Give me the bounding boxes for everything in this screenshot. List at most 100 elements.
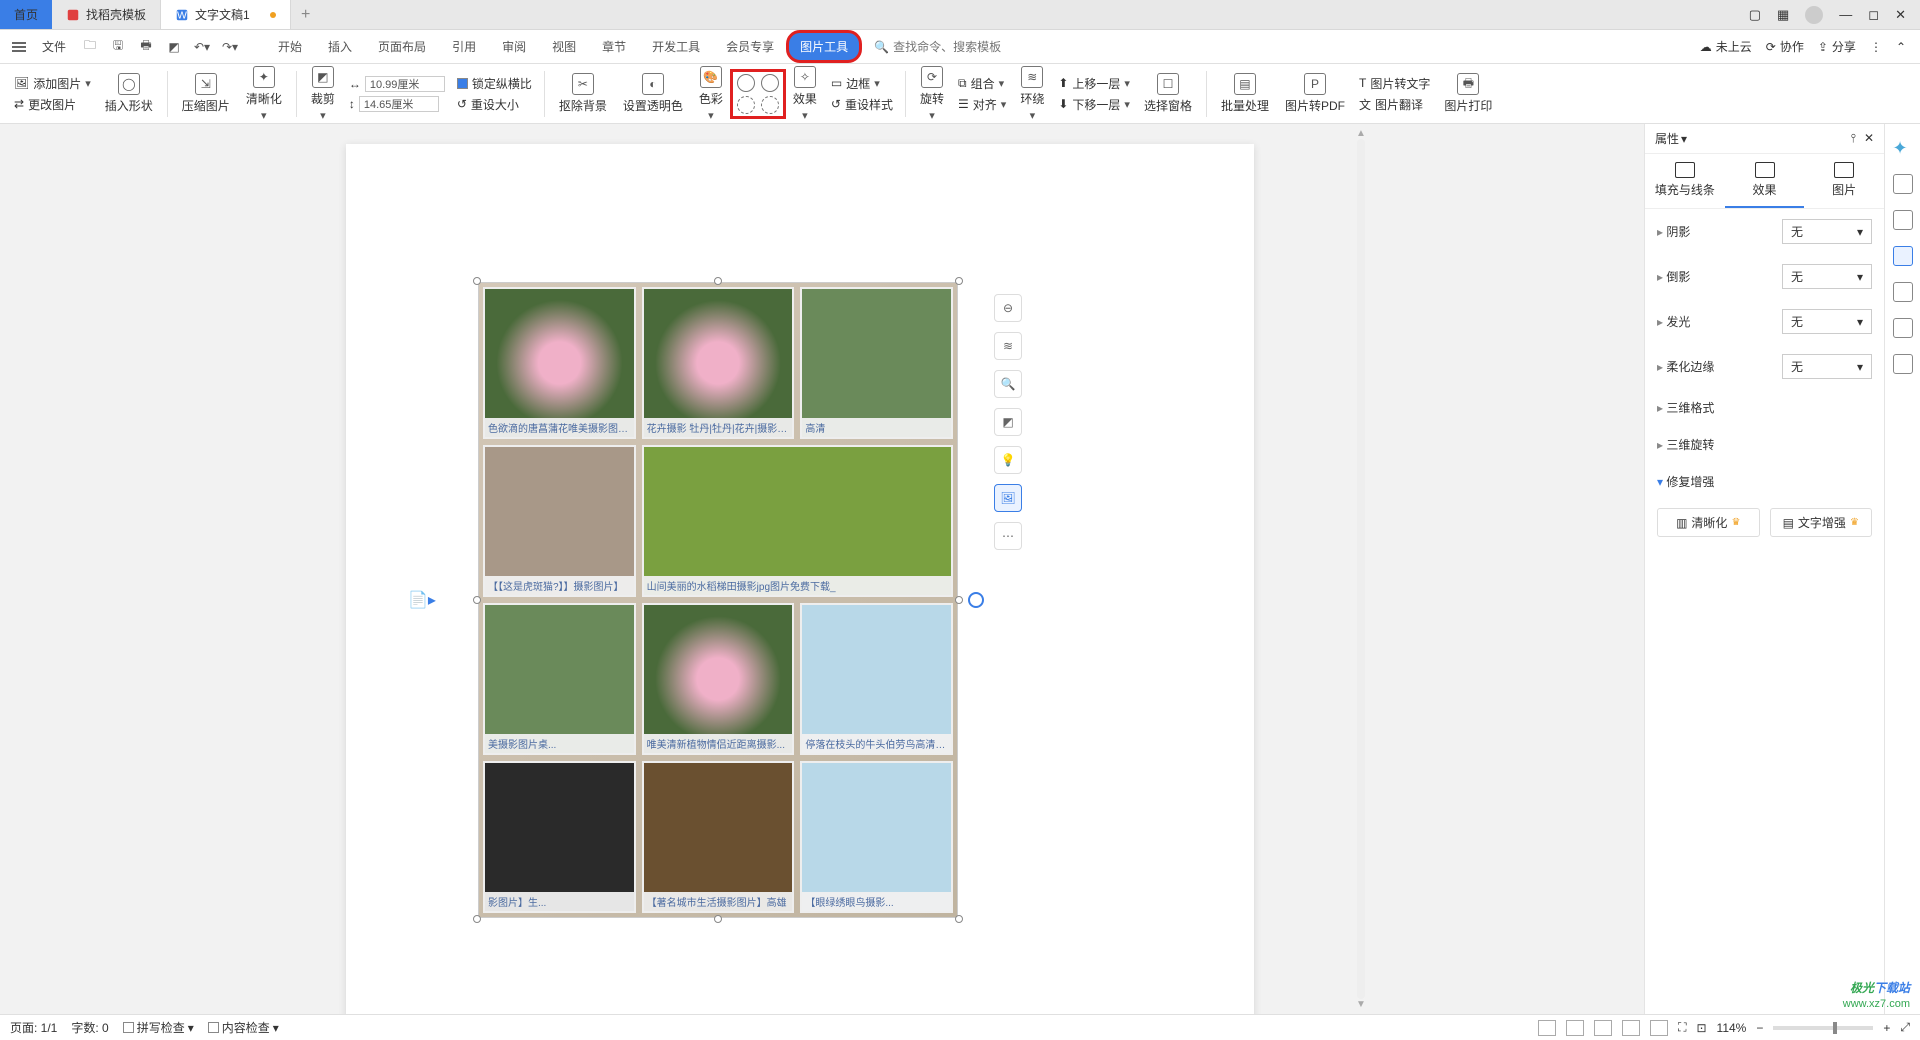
menutab-review[interactable]: 审阅: [490, 32, 538, 61]
rotate-ccw-icon[interactable]: [761, 74, 779, 92]
tab-home[interactable]: 首页: [0, 0, 52, 29]
menutab-reference[interactable]: 引用: [440, 32, 488, 61]
float-wrap-button[interactable]: ≋: [994, 332, 1022, 360]
collab-button[interactable]: ⟳协作: [1766, 38, 1804, 55]
bring-forward-button[interactable]: ⬆上移一层 ▾: [1058, 75, 1130, 92]
scroll-track[interactable]: [1357, 139, 1365, 999]
reset-size-button[interactable]: ↺重设大小: [457, 96, 532, 113]
crop-button[interactable]: ◩裁剪 ▾: [305, 66, 341, 122]
fullscreen-icon[interactable]: ⤢: [1900, 1020, 1910, 1035]
zoom-in-button[interactable]: +: [1883, 1021, 1890, 1035]
hamburger-icon[interactable]: [8, 38, 30, 56]
menutab-member[interactable]: 会员专享: [714, 32, 786, 61]
resize-handle-nw[interactable]: [473, 277, 481, 285]
qa-undo-icon[interactable]: ↶▾: [190, 35, 214, 59]
tab-template[interactable]: 找稻壳模板: [52, 0, 161, 29]
prop-shadow[interactable]: 阴影无▾: [1645, 209, 1884, 254]
brightness-up-icon[interactable]: [737, 96, 755, 114]
reset-style-button[interactable]: ↺重设样式: [831, 96, 893, 113]
float-idea-button[interactable]: 💡: [994, 446, 1022, 474]
collapse-ribbon-icon[interactable]: ⌃: [1896, 40, 1906, 54]
close-panel-icon[interactable]: ✕: [1864, 131, 1874, 146]
word-count[interactable]: 字数: 0: [71, 1019, 108, 1036]
wrap-button[interactable]: ≋环绕 ▾: [1014, 66, 1050, 122]
vertical-scrollbar[interactable]: ▲ ▼: [1354, 124, 1368, 1014]
send-backward-button[interactable]: ⬇下移一层 ▾: [1058, 96, 1130, 113]
command-search-input[interactable]: [893, 40, 1013, 54]
translate-button[interactable]: 文图片翻译: [1359, 96, 1430, 113]
rotate-button[interactable]: ⟳旋转 ▾: [914, 66, 950, 122]
scroll-up-icon[interactable]: ▲: [1356, 128, 1366, 139]
sharpen-button[interactable]: ✦清晰化 ▾: [240, 66, 288, 122]
pin-panel-icon[interactable]: ⫯: [1851, 131, 1856, 146]
print-image-button[interactable]: 🖶图片打印: [1438, 73, 1498, 114]
softedge-select[interactable]: 无▾: [1782, 354, 1872, 379]
sidebar-location-icon[interactable]: [1893, 282, 1913, 302]
remove-bg-button[interactable]: ✂抠除背景: [553, 73, 613, 114]
prop-3d-rotation[interactable]: 三维旋转: [1645, 426, 1884, 463]
to-pdf-button[interactable]: P图片转PDF: [1279, 73, 1351, 114]
repair-enhance-section[interactable]: 修复增强: [1645, 463, 1884, 500]
more-menu-icon[interactable]: ⋮: [1870, 40, 1882, 54]
spellcheck-toggle[interactable]: 拼写检查 ▾: [123, 1019, 194, 1036]
group-button[interactable]: ⧉组合 ▾: [958, 75, 1006, 92]
minimize-button[interactable]: —: [1839, 7, 1852, 22]
float-replace-button[interactable]: 🖼: [994, 484, 1022, 512]
panel-tab-picture[interactable]: 图片: [1804, 154, 1884, 208]
panel-tab-effect[interactable]: 效果: [1725, 154, 1805, 208]
text-enhance-button[interactable]: ▤文字增强♛: [1770, 508, 1873, 537]
anchor-icon[interactable]: 📄▸: [408, 590, 436, 610]
sharpen-enhance-button[interactable]: ▥清晰化♛: [1657, 508, 1760, 537]
add-image-button[interactable]: 🖼添加图片 ▾: [14, 75, 91, 92]
resize-handle-se[interactable]: [955, 915, 963, 923]
share-button[interactable]: ⇪分享: [1818, 38, 1856, 55]
resize-handle-sw[interactable]: [473, 915, 481, 923]
resize-handle-s[interactable]: [714, 915, 722, 923]
recolor-button[interactable]: 🎨色彩 ▾: [693, 66, 729, 122]
float-crop-button[interactable]: ◩: [994, 408, 1022, 436]
new-tab-button[interactable]: +: [291, 0, 321, 29]
rotate-cw-icon[interactable]: [737, 74, 755, 92]
width-input[interactable]: [365, 76, 445, 92]
sidebar-star-icon[interactable]: ✦: [1893, 138, 1913, 158]
view-web-icon[interactable]: [1622, 1020, 1640, 1036]
qa-redo-icon[interactable]: ↷▾: [218, 35, 242, 59]
sidebar-select-icon[interactable]: [1893, 210, 1913, 230]
view-outline-icon[interactable]: [1594, 1020, 1612, 1036]
sidebar-settings-icon[interactable]: [1893, 246, 1913, 266]
layout-a-icon[interactable]: ▢: [1749, 7, 1761, 23]
qa-open-icon[interactable]: 🗀: [78, 35, 102, 59]
menutab-start[interactable]: 开始: [266, 32, 314, 61]
sidebar-library-icon[interactable]: [1893, 318, 1913, 338]
float-zoom-out-button[interactable]: ⊖: [994, 294, 1022, 322]
to-text-button[interactable]: T图片转文字: [1359, 75, 1430, 92]
prop-reflection[interactable]: 倒影无▾: [1645, 254, 1884, 299]
qa-print-icon[interactable]: 🖶: [134, 35, 158, 59]
scroll-down-icon[interactable]: ▼: [1356, 999, 1366, 1010]
contentcheck-toggle[interactable]: 内容检查 ▾: [208, 1019, 279, 1036]
zoom-out-button[interactable]: −: [1756, 1021, 1763, 1035]
maximize-button[interactable]: ◻: [1868, 7, 1879, 23]
qa-save-icon[interactable]: 🖫: [106, 35, 130, 59]
sidebar-format-icon[interactable]: [1893, 174, 1913, 194]
zoom-fit-icon[interactable]: ⊡: [1696, 1021, 1706, 1035]
reflection-select[interactable]: 无▾: [1782, 264, 1872, 289]
align-button[interactable]: ☰对齐 ▾: [958, 96, 1006, 113]
menutab-chapter[interactable]: 章节: [590, 32, 638, 61]
close-window-button[interactable]: ✕: [1895, 7, 1906, 23]
resize-handle-e[interactable]: [955, 596, 963, 604]
menutab-insert[interactable]: 插入: [316, 32, 364, 61]
focus-mode-icon[interactable]: ⛶: [1678, 1020, 1686, 1035]
prop-3d-format[interactable]: 三维格式: [1645, 389, 1884, 426]
panel-tab-fill[interactable]: 填充与线条: [1645, 154, 1725, 208]
insert-shape-button[interactable]: ◯插入形状: [99, 73, 159, 114]
shadow-select[interactable]: 无▾: [1782, 219, 1872, 244]
resize-handle-ne[interactable]: [955, 277, 963, 285]
brightness-down-icon[interactable]: [761, 96, 779, 114]
menutab-layout[interactable]: 页面布局: [366, 32, 438, 61]
set-transparent-button[interactable]: ◐设置透明色: [617, 73, 689, 114]
change-image-button[interactable]: ⇄更改图片: [14, 96, 91, 113]
sidebar-help-icon[interactable]: [1893, 354, 1913, 374]
command-search[interactable]: 🔍: [874, 40, 1013, 54]
compress-image-button[interactable]: ⇲压缩图片: [176, 73, 236, 114]
